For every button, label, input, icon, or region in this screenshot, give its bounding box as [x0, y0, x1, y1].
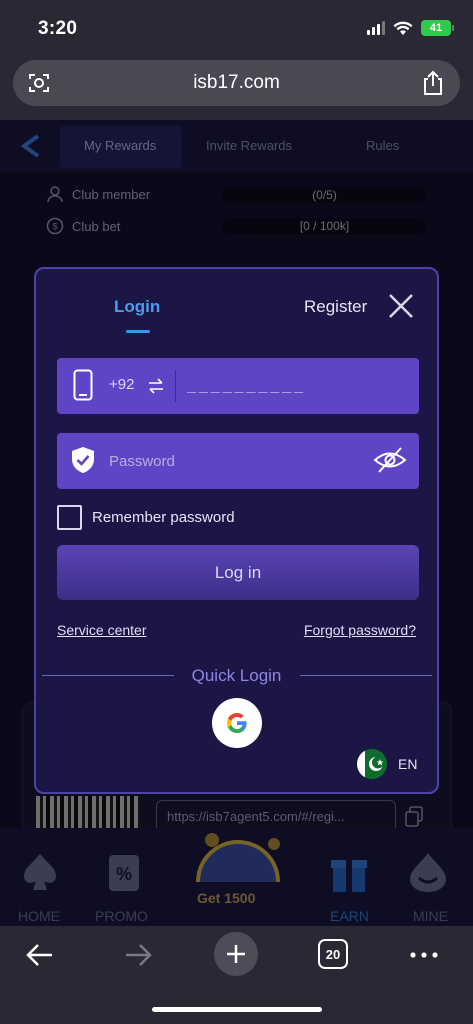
nav-promo-label[interactable]: PROMO — [95, 908, 148, 924]
app-bottom-nav: HOME % PROMO Get 1500 EARN MINE — [0, 828, 473, 926]
forgot-password-link[interactable]: Forgot password? — [304, 622, 416, 638]
password-input[interactable] — [109, 447, 349, 475]
more-options-icon[interactable] — [408, 938, 440, 972]
browser-top-chrome: 3:20 41 isb17.com — [0, 0, 473, 120]
cellular-signal-icon — [367, 21, 385, 35]
tab-login[interactable]: Login — [114, 297, 160, 317]
tabs-button[interactable]: 20 — [318, 937, 348, 971]
plus-icon — [227, 945, 245, 963]
back-arrow-icon[interactable] — [24, 938, 56, 972]
visual-lookup-icon[interactable] — [27, 71, 51, 95]
mine-drop-icon[interactable] — [406, 850, 450, 894]
remember-password-label[interactable]: Remember password — [92, 509, 235, 526]
remember-password-row[interactable]: Remember password — [57, 505, 235, 530]
club-bet-label: Club bet — [72, 218, 121, 234]
club-member-label: Club member — [72, 186, 151, 202]
nav-earn-label[interactable]: EARN — [330, 908, 369, 924]
coin-icon: $ — [46, 217, 64, 235]
login-button[interactable]: Log in — [57, 545, 419, 600]
eye-hidden-icon[interactable] — [373, 445, 407, 475]
swap-arrows-icon[interactable] — [148, 378, 164, 394]
nav-home-label[interactable]: HOME — [18, 908, 60, 924]
language-label[interactable]: EN — [398, 756, 417, 772]
copy-icon[interactable] — [404, 806, 424, 828]
status-icons: 41 — [367, 20, 454, 36]
tab-my-rewards[interactable]: My Rewards — [84, 138, 156, 153]
rewards-tabs-bar: My Rewards Invite Rewards Rules — [0, 120, 473, 172]
wheel-icon[interactable] — [190, 830, 286, 882]
google-login-button[interactable] — [212, 698, 262, 748]
person-icon — [47, 186, 63, 203]
home-spade-icon[interactable] — [20, 850, 60, 894]
password-field — [57, 433, 419, 489]
promo-icon[interactable]: % — [106, 852, 142, 894]
new-tab-button[interactable] — [214, 932, 258, 976]
login-tab-underline — [126, 330, 150, 333]
svg-text:%: % — [116, 864, 132, 884]
login-modal: Login Register +92 Remember passwor — [34, 267, 439, 794]
field-separator — [175, 370, 176, 402]
share-icon[interactable] — [422, 70, 444, 96]
phone-number-input[interactable] — [187, 372, 407, 400]
nav-get-bonus-label[interactable]: Get 1500 — [197, 890, 255, 906]
club-member-progress: (0/5) — [222, 187, 427, 203]
earn-gift-icon[interactable] — [330, 854, 368, 894]
close-icon[interactable] — [388, 293, 414, 319]
status-bar: 3:20 41 — [0, 0, 473, 58]
forward-arrow-icon[interactable] — [122, 938, 154, 972]
url-text[interactable]: isb17.com — [193, 72, 280, 94]
quick-login-heading: Quick Login — [191, 666, 282, 685]
tab-rules[interactable]: Rules — [366, 138, 399, 153]
tab-invite-rewards[interactable]: Invite Rewards — [206, 138, 292, 153]
tabs-count[interactable]: 20 — [318, 939, 348, 969]
club-bet-row: $ Club bet — [46, 217, 120, 235]
country-code[interactable]: +92 — [109, 376, 134, 393]
service-center-link[interactable]: Service center — [57, 622, 146, 638]
address-bar[interactable]: isb17.com — [13, 60, 460, 106]
google-icon — [227, 713, 247, 733]
back-chevron-icon[interactable] — [18, 132, 46, 160]
status-time: 3:20 — [38, 18, 78, 39]
tab-register[interactable]: Register — [304, 297, 367, 317]
divider-right — [300, 675, 432, 676]
club-bet-progress: [0 / 100k] — [222, 218, 427, 234]
home-indicator — [152, 1007, 322, 1012]
wifi-icon — [393, 21, 413, 35]
phone-icon — [73, 369, 93, 401]
shield-icon — [72, 447, 94, 473]
remember-checkbox[interactable] — [57, 505, 82, 530]
pakistan-flag-icon[interactable] — [357, 749, 387, 779]
svg-text:$: $ — [52, 222, 57, 232]
phone-field: +92 — [57, 358, 419, 414]
club-member-row: Club member — [46, 185, 150, 203]
nav-mine-label[interactable]: MINE — [413, 908, 448, 924]
battery-indicator: 41 — [421, 20, 454, 36]
